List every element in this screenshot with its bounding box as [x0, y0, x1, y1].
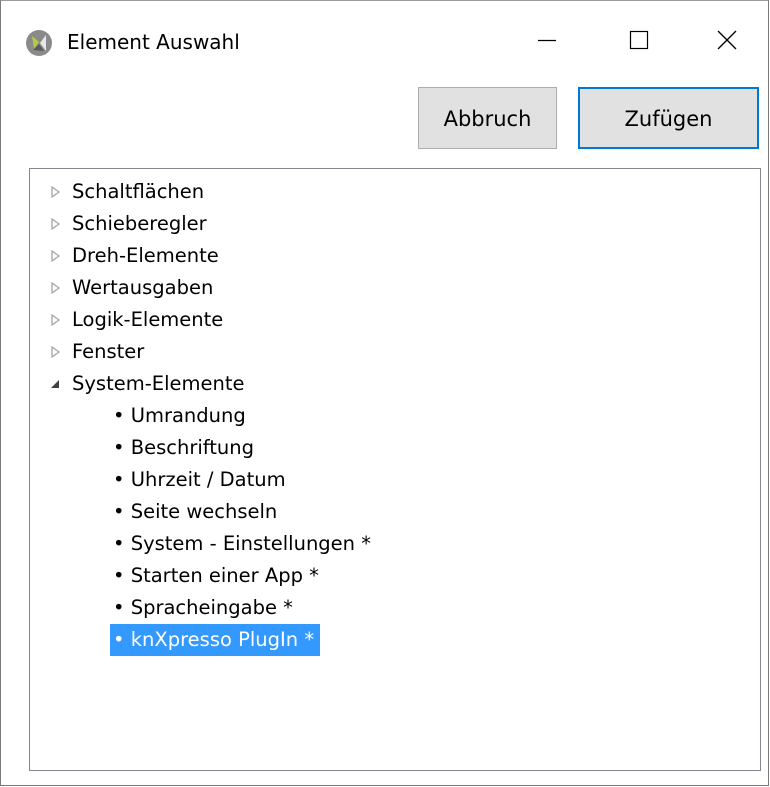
- expand-arrow-icon[interactable]: [48, 313, 62, 327]
- tree-item-knxpresso-plugin-selected[interactable]: • knXpresso PlugIn *: [110, 624, 321, 656]
- window-title: Element Auswahl: [67, 30, 240, 54]
- element-tree[interactable]: Schaltflächen Schieberegler Dreh-Element…: [29, 168, 761, 771]
- app-logo-icon: [26, 30, 52, 56]
- cancel-button[interactable]: Abbruch: [418, 87, 557, 149]
- title-bar[interactable]: Element Auswahl: [1, 1, 768, 79]
- tree-item-spracheingabe[interactable]: • Spracheingabe *: [110, 592, 299, 624]
- tree-item-system-einstellungen[interactable]: • System - Einstellungen *: [110, 528, 377, 560]
- tree-item-starten-einer-app[interactable]: • Starten einer App *: [110, 560, 325, 592]
- expand-arrow-icon[interactable]: [48, 249, 62, 263]
- close-icon: [717, 30, 737, 50]
- dialog-window: Element Auswahl Abbruch Zufügen Schaltfl…: [0, 0, 769, 786]
- tree-node-label: Dreh-Elemente: [72, 244, 219, 267]
- tree-item-seite-wechseln[interactable]: • Seite wechseln: [110, 496, 283, 528]
- close-button[interactable]: [685, 1, 769, 79]
- minimize-icon: [538, 39, 556, 42]
- collapse-arrow-icon[interactable]: [48, 377, 62, 391]
- expand-arrow-icon[interactable]: [48, 345, 62, 359]
- tree-node-label: Schieberegler: [72, 212, 207, 235]
- tree-node-label: Wertausgaben: [72, 276, 214, 299]
- tree-item-umrandung[interactable]: • Umrandung: [110, 400, 252, 432]
- maximize-button[interactable]: [593, 1, 685, 79]
- expand-arrow-icon[interactable]: [48, 217, 62, 231]
- tree-item-uhrzeit-datum[interactable]: • Uhrzeit / Datum: [110, 464, 292, 496]
- minimize-button[interactable]: [501, 1, 593, 79]
- expand-arrow-icon[interactable]: [48, 185, 62, 199]
- tree-node-label: Schaltflächen: [72, 180, 205, 203]
- tree-node-label: Fenster: [72, 340, 145, 363]
- maximize-icon: [629, 30, 649, 50]
- expand-arrow-icon[interactable]: [48, 281, 62, 295]
- tree-node-label: System-Elemente: [72, 372, 245, 395]
- add-button[interactable]: Zufügen: [578, 87, 759, 149]
- tree-node-label: Logik-Elemente: [72, 308, 224, 331]
- tree-item-beschriftung[interactable]: • Beschriftung: [110, 432, 260, 464]
